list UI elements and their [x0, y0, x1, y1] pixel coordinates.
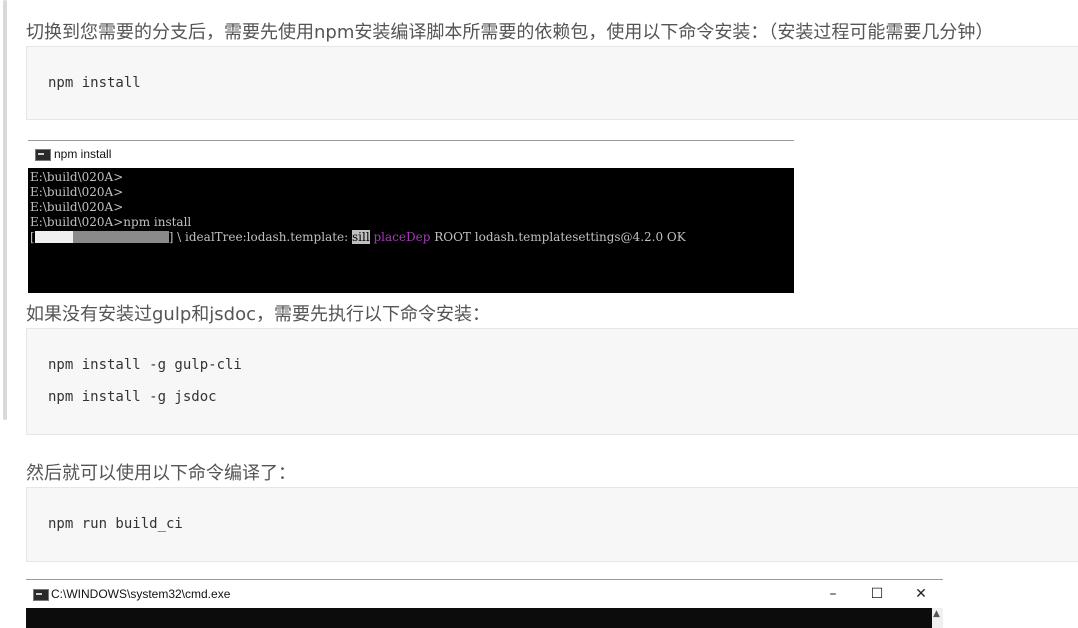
build-text: 然后就可以使用以下命令编译了： — [26, 463, 296, 484]
code-line: npm install -g jsdoc — [48, 389, 217, 405]
cmd-icon — [35, 149, 51, 161]
console-title: C:\WINDOWS\system32\cmd.exe — [51, 587, 231, 601]
scroll-up-icon[interactable]: ▲ — [933, 609, 940, 619]
console-line: E:\build\020A> — [30, 185, 124, 199]
console-body — [26, 608, 932, 628]
console-output: E:\build\020A> E:\build\020A> E:\build\0… — [30, 170, 686, 245]
console-window-cmd: C:\WINDOWS\system32\cmd.exe – ☐ ✕ ▲ — [26, 579, 943, 628]
install-dependencies-text: 切换到您需要的分支后，需要先使用npm安装编译脚本所需要的依赖包，使用以下命令安… — [26, 22, 994, 43]
code-line: npm install — [48, 75, 141, 91]
code-block-global-install: npm install -g gulp-cli npm install -g j… — [26, 328, 1078, 435]
progress-bar-remaining — [72, 231, 169, 243]
progress-bar-filled — [34, 231, 73, 243]
page-scrollbar[interactable] — [3, 0, 7, 420]
console-scrollbar[interactable]: ▲ — [932, 608, 943, 628]
install-gulp-jsdoc-text: 如果没有安装过gulp和jsdoc，需要先执行以下命令安装： — [26, 304, 490, 325]
minimize-icon[interactable]: – — [813, 582, 853, 606]
log-level-badge: sill — [352, 230, 370, 244]
maximize-icon[interactable]: ☐ — [857, 582, 897, 606]
log-action: placeDep — [373, 230, 431, 244]
console-titlebar: npm install — [28, 141, 794, 168]
code-block-build: npm run build_ci — [26, 487, 1078, 562]
console-title: npm install — [54, 147, 112, 161]
close-icon[interactable]: ✕ — [901, 582, 941, 606]
console-line: E:\build\020A> — [30, 200, 124, 214]
log-message: ROOT lodash.templatesettings@4.2.0 OK — [430, 230, 686, 244]
console-line: E:\build\020A> — [30, 170, 124, 184]
console-line: E:\build\020A>npm install — [30, 215, 192, 229]
code-line: npm install -g gulp-cli — [48, 357, 242, 373]
progress-status: ] \ idealTree:lodash.template: — [168, 230, 352, 244]
code-line: npm run build_ci — [48, 516, 183, 532]
code-block-npm-install: npm install — [26, 46, 1078, 120]
console-window-npm-install: npm install E:\build\020A> E:\build\020A… — [28, 140, 794, 293]
cmd-icon — [33, 589, 49, 601]
